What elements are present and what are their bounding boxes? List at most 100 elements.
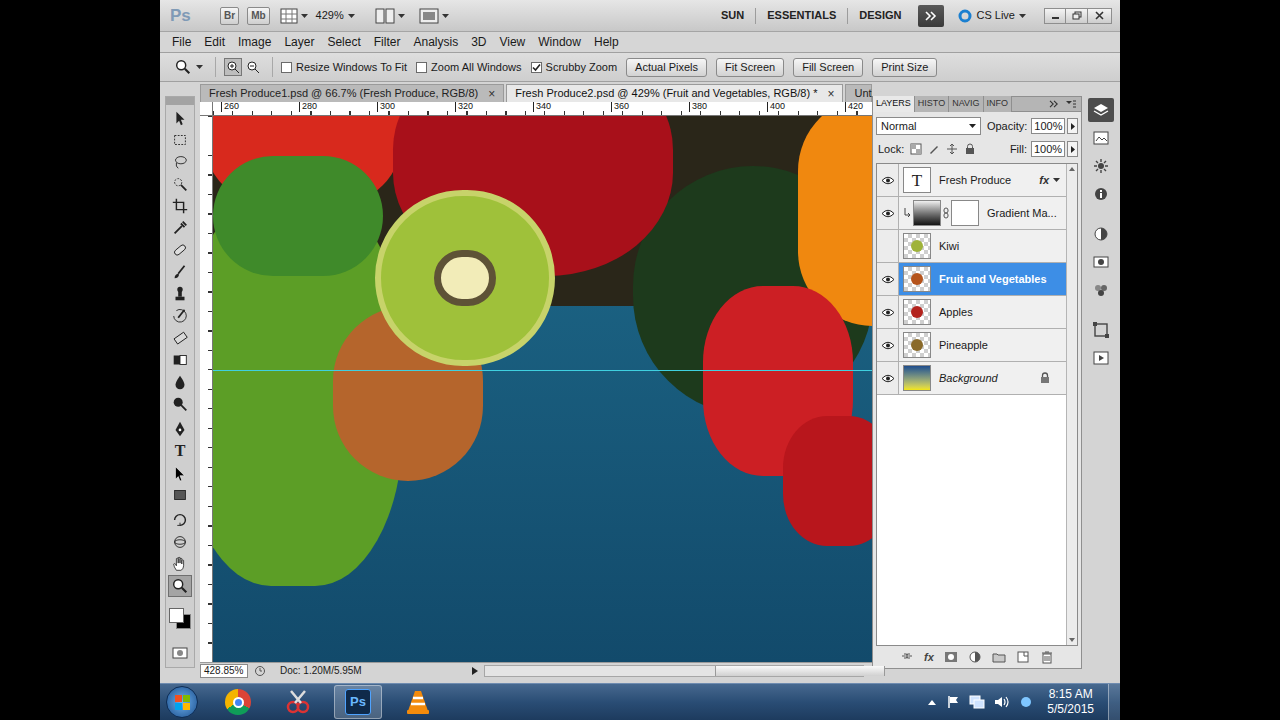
layer-row[interactable]: Pineapple xyxy=(877,329,1066,362)
menu-item[interactable]: Help xyxy=(594,32,619,52)
tool-preset-picker[interactable] xyxy=(174,58,203,76)
quick-selection-tool[interactable] xyxy=(168,173,192,195)
option-button[interactable]: Fill Screen xyxy=(793,58,863,77)
lock-transparency-icon[interactable] xyxy=(910,143,922,155)
layer-row[interactable]: Apples xyxy=(877,296,1066,329)
screen-mode-button[interactable] xyxy=(419,8,449,24)
menu-item[interactable]: Image xyxy=(238,32,271,52)
path-selection-tool[interactable] xyxy=(168,462,192,484)
fill-field[interactable]: 100% xyxy=(1031,141,1065,157)
masks-panel-button[interactable] xyxy=(1088,250,1114,274)
rotate-3d-tool[interactable] xyxy=(168,509,192,531)
canvas[interactable] xyxy=(213,116,872,662)
transform-panel-button[interactable] xyxy=(1088,318,1114,342)
horizontal-scrollbar[interactable] xyxy=(484,665,864,677)
adjustment-icon[interactable] xyxy=(968,650,982,664)
layer-row[interactable]: Gradient Ma... xyxy=(877,197,1066,230)
brush-tool[interactable] xyxy=(168,261,192,283)
tab-close-button[interactable]: × xyxy=(488,88,495,100)
document-tab[interactable]: Untitled-1 xyxy=(845,84,872,102)
tray-app-icon[interactable] xyxy=(1019,695,1033,709)
lock-pixels-icon[interactable] xyxy=(928,143,940,155)
cs-live-button[interactable]: CS Live xyxy=(958,7,1026,24)
layer-row[interactable]: Background xyxy=(877,362,1066,395)
menu-item[interactable]: 3D xyxy=(471,32,486,52)
taskbar-app[interactable] xyxy=(274,685,322,719)
network-icon[interactable] xyxy=(969,695,985,709)
scroll-down-icon[interactable] xyxy=(1067,635,1077,645)
layer-name[interactable]: Fruit and Vegetables xyxy=(939,271,1047,288)
zoom-tool[interactable] xyxy=(168,575,192,597)
option-checkbox[interactable]: Resize Windows To Fit xyxy=(281,59,407,76)
visibility-toggle[interactable] xyxy=(877,296,899,328)
menu-item[interactable]: Filter xyxy=(374,32,401,52)
orbit-3d-tool[interactable] xyxy=(168,531,192,553)
vertical-ruler[interactable] xyxy=(200,116,213,662)
start-button[interactable] xyxy=(164,685,200,719)
layer-row[interactable]: Kiwi xyxy=(877,230,1066,263)
document-tab[interactable]: Fresh Produce2.psd @ 429% (Fruit and Veg… xyxy=(506,84,843,102)
clock[interactable]: 8:15 AM5/5/2015 xyxy=(1047,687,1094,717)
layer-name[interactable]: Gradient Ma... xyxy=(987,205,1057,222)
layer-effects-badge[interactable]: fx xyxy=(1039,172,1049,189)
workspace-button[interactable]: DESIGN xyxy=(848,5,912,27)
zoom-field[interactable]: 428.85% xyxy=(200,664,248,678)
link-icon[interactable] xyxy=(900,650,914,664)
status-menu-arrow-icon[interactable] xyxy=(472,667,478,675)
scroll-thumb[interactable] xyxy=(715,666,885,676)
layer-name[interactable]: Pineapple xyxy=(939,337,988,354)
panel-tab[interactable]: HISTO xyxy=(915,96,949,112)
layer-name[interactable]: Fresh Produce xyxy=(939,172,1011,189)
pen-tool[interactable] xyxy=(168,418,192,440)
visibility-toggle[interactable] xyxy=(877,362,899,394)
eraser-tool[interactable] xyxy=(168,327,192,349)
tab-close-button[interactable]: × xyxy=(827,88,834,100)
panel-tab[interactable]: INFO xyxy=(984,96,1013,112)
menu-item[interactable]: View xyxy=(499,32,525,52)
menu-item[interactable]: Window xyxy=(538,32,581,52)
add-layer-style-button[interactable]: fx xyxy=(924,649,934,666)
option-button[interactable]: Fit Screen xyxy=(716,58,784,77)
rectangle-tool[interactable] xyxy=(168,484,192,506)
hand-tool[interactable] xyxy=(168,553,192,575)
collapse-icon[interactable] xyxy=(1049,100,1059,108)
arrange-documents-button[interactable] xyxy=(375,8,405,24)
show-hidden-icons-icon[interactable] xyxy=(927,698,937,706)
layers-panel-button[interactable] xyxy=(1088,98,1114,122)
bridge-button[interactable]: Br xyxy=(220,7,239,25)
clone-stamp-tool[interactable] xyxy=(168,283,192,305)
close-button[interactable] xyxy=(1088,8,1112,24)
layer-row[interactable]: TFresh Producefx xyxy=(877,164,1066,197)
view-extras-button[interactable] xyxy=(280,8,308,24)
color-swatches[interactable] xyxy=(167,603,193,637)
blend-mode-dropdown[interactable]: Normal xyxy=(876,117,981,135)
opacity-slider-button[interactable] xyxy=(1067,118,1078,134)
visibility-toggle[interactable] xyxy=(877,197,899,229)
menu-item[interactable]: Edit xyxy=(204,32,225,52)
workspace-button[interactable]: ESSENTIALS xyxy=(756,5,847,27)
healing-brush-tool[interactable] xyxy=(168,239,192,261)
lock-all-icon[interactable] xyxy=(964,143,976,155)
taskbar-app[interactable]: Ps xyxy=(334,685,382,719)
panel-tab[interactable]: NAVIG xyxy=(949,96,983,112)
new-layer-icon[interactable] xyxy=(1016,650,1030,664)
menu-item[interactable]: Select xyxy=(327,32,360,52)
panel-tab[interactable]: LAYERS xyxy=(873,96,915,112)
eyedropper-tool[interactable] xyxy=(168,217,192,239)
move-tool[interactable] xyxy=(168,107,192,129)
menu-item[interactable]: Analysis xyxy=(413,32,458,52)
more-workspaces-button[interactable] xyxy=(918,5,944,27)
scroll-up-icon[interactable] xyxy=(1067,164,1077,174)
group-icon[interactable] xyxy=(992,650,1006,664)
adjustments-panel-button[interactable] xyxy=(1088,126,1114,150)
panel-menu-icon[interactable] xyxy=(1065,99,1077,109)
zoom-in-button[interactable] xyxy=(224,58,242,76)
workspace-button[interactable]: SUN xyxy=(710,5,755,27)
option-button[interactable]: Print Size xyxy=(872,58,937,77)
taskbar-app[interactable] xyxy=(214,685,262,719)
layer-name[interactable]: Background xyxy=(939,370,998,387)
visibility-toggle[interactable] xyxy=(877,329,899,361)
guide-line[interactable] xyxy=(213,370,872,371)
crop-tool[interactable] xyxy=(168,195,192,217)
maximize-button[interactable] xyxy=(1066,8,1088,24)
